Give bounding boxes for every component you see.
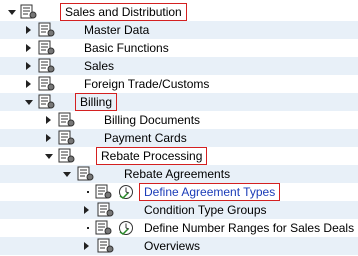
expand-toggle-icon[interactable] bbox=[46, 134, 51, 142]
expand-toggle-icon[interactable] bbox=[46, 116, 51, 124]
collapse-toggle-icon[interactable] bbox=[45, 154, 53, 159]
document-settings-icon bbox=[38, 58, 55, 73]
collapse-toggle-icon[interactable] bbox=[25, 100, 33, 105]
tree-node-sales-and-distribution[interactable]: Sales and Distribution bbox=[0, 3, 358, 21]
tree-node-label: Overviews bbox=[144, 239, 201, 253]
tree-node-payment-cards[interactable]: Payment Cards bbox=[0, 129, 358, 147]
document-settings-icon[interactable] bbox=[95, 184, 113, 200]
document-settings-icon bbox=[38, 76, 55, 91]
clock-check-icon[interactable] bbox=[118, 220, 134, 236]
tree-node-billing[interactable]: Billing bbox=[0, 93, 358, 111]
document-settings-icon bbox=[97, 238, 114, 253]
expand-toggle-icon[interactable] bbox=[26, 26, 31, 34]
tree-node-label: Basic Functions bbox=[84, 41, 169, 55]
document-settings-icon bbox=[58, 130, 75, 145]
document-settings-icon bbox=[58, 112, 75, 127]
leaf-bullet-icon bbox=[87, 191, 89, 193]
tree-node-define-agreement-types[interactable]: Define Agreement Types bbox=[0, 183, 358, 201]
document-settings-icon bbox=[20, 4, 37, 19]
tree-node-sales[interactable]: Sales bbox=[0, 57, 358, 75]
tree-node-label: Master Data bbox=[84, 23, 150, 37]
tree-node-rebate-agreements[interactable]: Rebate Agreements bbox=[0, 165, 358, 183]
document-settings-icon bbox=[38, 94, 55, 109]
document-settings-icon bbox=[58, 148, 75, 163]
tree-node-label: Rebate Processing bbox=[95, 147, 208, 165]
tree-node-condition-type-groups[interactable]: Condition Type Groups bbox=[0, 201, 358, 219]
tree-node-label: Billing Documents bbox=[104, 113, 201, 127]
tree-node-master-data[interactable]: Master Data bbox=[0, 21, 358, 39]
tree-node-label[interactable]: Define Number Ranges for Sales Deals bbox=[144, 221, 354, 235]
tree-node-foreign-trade-customs[interactable]: Foreign Trade/Customs bbox=[0, 75, 358, 93]
tree-node-basic-functions[interactable]: Basic Functions bbox=[0, 39, 358, 57]
document-settings-icon[interactable] bbox=[95, 220, 113, 236]
img-tree: Sales and Distribution Master Data Basic… bbox=[0, 0, 358, 256]
expand-toggle-icon[interactable] bbox=[26, 62, 31, 70]
document-settings-icon bbox=[38, 22, 55, 37]
tree-node-billing-documents[interactable]: Billing Documents bbox=[0, 111, 358, 129]
tree-node-label: Condition Type Groups bbox=[144, 203, 267, 217]
leaf-bullet-icon bbox=[87, 227, 89, 229]
tree-node-define-number-ranges[interactable]: Define Number Ranges for Sales Deals bbox=[0, 219, 358, 237]
document-settings-icon bbox=[38, 40, 55, 55]
collapse-toggle-icon[interactable] bbox=[63, 172, 71, 177]
expand-toggle-icon[interactable] bbox=[26, 80, 31, 88]
tree-node-overviews[interactable]: Overviews bbox=[0, 237, 358, 255]
clock-check-icon[interactable] bbox=[118, 184, 134, 200]
tree-node-label[interactable]: Define Agreement Types bbox=[138, 183, 281, 201]
tree-node-label: Billing bbox=[74, 93, 118, 111]
expand-toggle-icon[interactable] bbox=[84, 206, 89, 214]
tree-node-label: Sales and Distribution bbox=[60, 3, 187, 21]
tree-node-label: Foreign Trade/Customs bbox=[84, 77, 210, 91]
document-settings-icon bbox=[97, 202, 114, 217]
tree-node-label: Sales bbox=[84, 59, 115, 73]
tree-node-label: Rebate Agreements bbox=[124, 167, 231, 181]
tree-node-label: Payment Cards bbox=[104, 131, 187, 145]
expand-toggle-icon[interactable] bbox=[84, 242, 89, 250]
collapse-toggle-icon[interactable] bbox=[8, 10, 16, 15]
tree-node-rebate-processing[interactable]: Rebate Processing bbox=[0, 147, 358, 165]
document-settings-icon bbox=[77, 166, 94, 181]
expand-toggle-icon[interactable] bbox=[26, 44, 31, 52]
